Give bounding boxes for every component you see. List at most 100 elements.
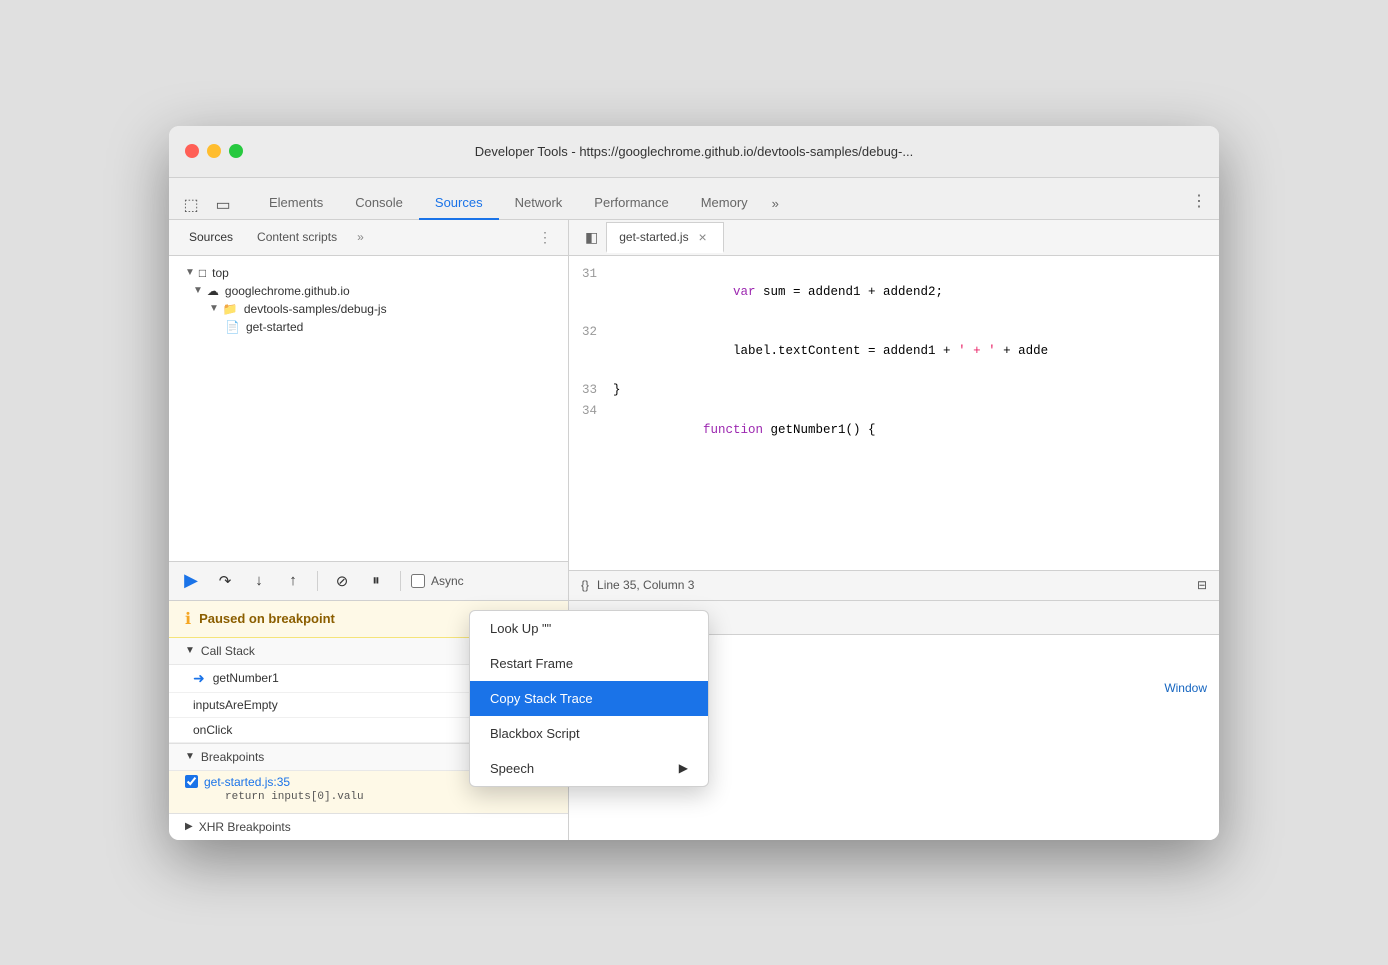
tree-item-file[interactable]: 📄 get-started bbox=[169, 318, 568, 336]
step-over-button[interactable]: ↷ bbox=[211, 567, 239, 595]
subtab-more-button[interactable]: » bbox=[349, 224, 372, 250]
async-checkbox-group: Async bbox=[411, 574, 464, 588]
line-num-33: 33 bbox=[569, 381, 613, 400]
step-into-button[interactable]: ↓ bbox=[245, 567, 273, 595]
line-num-32: 32 bbox=[569, 323, 613, 379]
file-tab-get-started[interactable]: get-started.js × bbox=[606, 222, 723, 253]
tab-sources[interactable]: Sources bbox=[419, 187, 499, 220]
tree-arrow-domain: ▼ bbox=[193, 285, 203, 296]
ctx-label-restart: Restart Frame bbox=[490, 656, 573, 671]
more-tabs-button[interactable]: » bbox=[764, 188, 787, 219]
pause-text: Paused on breakpoint bbox=[199, 611, 335, 626]
async-checkbox[interactable] bbox=[411, 574, 425, 588]
tree-item-folder[interactable]: ▼ 📁 devtools-samples/debug-js bbox=[169, 300, 568, 318]
tree-label-file: get-started bbox=[246, 320, 303, 334]
ctx-item-restart[interactable]: Restart Frame bbox=[470, 646, 708, 681]
call-stack-arrow: ▼ bbox=[185, 645, 195, 656]
tree-label-domain: googlechrome.github.io bbox=[225, 284, 350, 298]
code-line-31: 31 var sum = addend1 + addend2; bbox=[569, 264, 1219, 322]
breakpoint-filename-0: get-started.js:35 bbox=[204, 775, 290, 789]
subtab-content-scripts[interactable]: Content scripts bbox=[245, 224, 349, 250]
window-controls bbox=[185, 144, 243, 158]
tab-performance[interactable]: Performance bbox=[578, 187, 684, 220]
toolbar-icons: ⬚ ▭ bbox=[177, 191, 253, 219]
pause-info-icon: ℹ bbox=[185, 609, 191, 629]
line-num-34: 34 bbox=[569, 402, 613, 458]
file-tab-close-button[interactable]: × bbox=[695, 229, 711, 245]
debug-separator bbox=[317, 571, 318, 591]
tab-elements[interactable]: Elements bbox=[253, 187, 339, 220]
ctx-arrow-speech: ▶ bbox=[679, 761, 688, 775]
subfolder-icon: 📁 bbox=[223, 302, 238, 316]
code-area: 31 var sum = addend1 + addend2; 32 label… bbox=[569, 256, 1219, 570]
ctx-label-blackbox: Blackbox Script bbox=[490, 726, 580, 741]
debug-separator-2 bbox=[400, 571, 401, 591]
async-label: Async bbox=[431, 574, 464, 588]
pause-on-exception-button[interactable]: ⏸ bbox=[362, 567, 390, 595]
cloud-icon: ☁ bbox=[207, 284, 219, 298]
expand-icon[interactable]: ⊟ bbox=[1197, 578, 1207, 592]
call-item-label-1: inputsAreEmpty bbox=[193, 698, 278, 712]
devtools-menu-button[interactable]: ⋮ bbox=[1179, 183, 1219, 219]
breakpoints-arrow: ▼ bbox=[185, 751, 195, 762]
format-icon[interactable]: {} bbox=[581, 578, 589, 592]
current-frame-icon: ➜ bbox=[193, 670, 205, 687]
main-content: Sources Content scripts » ⋮ ▼ □ top ▼ ☁ … bbox=[169, 220, 1219, 840]
code-line-32: 32 label.textContent = addend1 + ' + ' +… bbox=[569, 322, 1219, 380]
subtab-menu-dots[interactable]: ⋮ bbox=[530, 223, 560, 252]
line-code-34[interactable]: function getNumber1() { bbox=[613, 402, 1219, 458]
tree-item-domain[interactable]: ▼ ☁ googlechrome.github.io bbox=[169, 282, 568, 300]
step-out-button[interactable]: ↑ bbox=[279, 567, 307, 595]
xhr-label: XHR Breakpoints bbox=[199, 820, 291, 834]
line-code-32[interactable]: label.textContent = addend1 + ' + ' + ad… bbox=[613, 323, 1219, 379]
devtools-tab-bar: ⬚ ▭ Elements Console Sources Network Per… bbox=[169, 178, 1219, 220]
ctx-item-speech[interactable]: Speech ▶ bbox=[470, 751, 708, 786]
xhr-header[interactable]: ▶ XHR Breakpoints bbox=[169, 814, 568, 840]
line-num-31: 31 bbox=[569, 265, 613, 321]
ctx-label-lookup: Look Up "" bbox=[490, 621, 551, 636]
context-menu: Look Up "" Restart Frame Copy Stack Trac… bbox=[469, 610, 709, 787]
breakpoints-label: Breakpoints bbox=[201, 750, 264, 764]
code-text-32: label.textContent = addend1 + ' + ' + ad… bbox=[703, 344, 1048, 358]
file-tab-bar: ◧ get-started.js × bbox=[569, 220, 1219, 256]
ctx-item-blackbox[interactable]: Blackbox Script bbox=[470, 716, 708, 751]
subtab-sources[interactable]: Sources bbox=[177, 224, 245, 250]
debug-toolbar: ▶ ↷ ↓ ↑ ⊘ ⏸ Async bbox=[169, 561, 568, 601]
close-button[interactable] bbox=[185, 144, 199, 158]
line-code-31[interactable]: var sum = addend1 + addend2; bbox=[613, 265, 1219, 321]
call-item-label-0: getNumber1 bbox=[213, 671, 279, 685]
collapse-panel-icon[interactable]: ◧ bbox=[577, 225, 606, 250]
breakpoint-checkbox-0[interactable] bbox=[185, 775, 198, 788]
maximize-button[interactable] bbox=[229, 144, 243, 158]
file-icon: 📄 bbox=[225, 320, 240, 334]
status-position: Line 35, Column 3 bbox=[597, 578, 694, 592]
tab-console[interactable]: Console bbox=[339, 187, 419, 220]
tab-network[interactable]: Network bbox=[499, 187, 579, 220]
window-title: Developer Tools - https://googlechrome.g… bbox=[475, 144, 913, 159]
code-text-34: getNumber1() { bbox=[763, 423, 876, 437]
tree-label-top: top bbox=[212, 266, 229, 280]
tab-memory[interactable]: Memory bbox=[685, 187, 764, 220]
xhr-section: ▶ XHR Breakpoints bbox=[169, 813, 568, 840]
call-item-label-2: onClick bbox=[193, 723, 232, 737]
sources-subtab-bar: Sources Content scripts » ⋮ bbox=[169, 220, 568, 256]
call-stack-label: Call Stack bbox=[201, 644, 255, 658]
file-tree: ▼ □ top ▼ ☁ googlechrome.github.io ▼ 📁 d… bbox=[169, 256, 568, 561]
file-tab-name: get-started.js bbox=[619, 230, 688, 244]
deactivate-button[interactable]: ⊘ bbox=[328, 567, 356, 595]
keyword-var: var bbox=[703, 285, 756, 299]
minimize-button[interactable] bbox=[207, 144, 221, 158]
code-text: sum = addend1 + addend2; bbox=[756, 285, 944, 299]
line-code-33[interactable]: } bbox=[613, 381, 1219, 400]
code-line-34: 34 function getNumber1() { bbox=[569, 401, 1219, 459]
device-icon[interactable]: ▭ bbox=[209, 191, 237, 219]
ctx-label-copy-stack: Copy Stack Trace bbox=[490, 691, 593, 706]
tree-item-top[interactable]: ▼ □ top bbox=[169, 264, 568, 282]
ctx-item-lookup[interactable]: Look Up "" bbox=[470, 611, 708, 646]
inspect-icon[interactable]: ⬚ bbox=[177, 191, 205, 219]
breakpoint-code-0: return inputs[0].valu bbox=[185, 789, 552, 809]
ctx-item-copy-stack[interactable]: Copy Stack Trace bbox=[470, 681, 708, 716]
resume-button[interactable]: ▶ bbox=[177, 567, 205, 595]
global-value: Window bbox=[1164, 681, 1207, 695]
devtools-window: Developer Tools - https://googlechrome.g… bbox=[169, 126, 1219, 840]
